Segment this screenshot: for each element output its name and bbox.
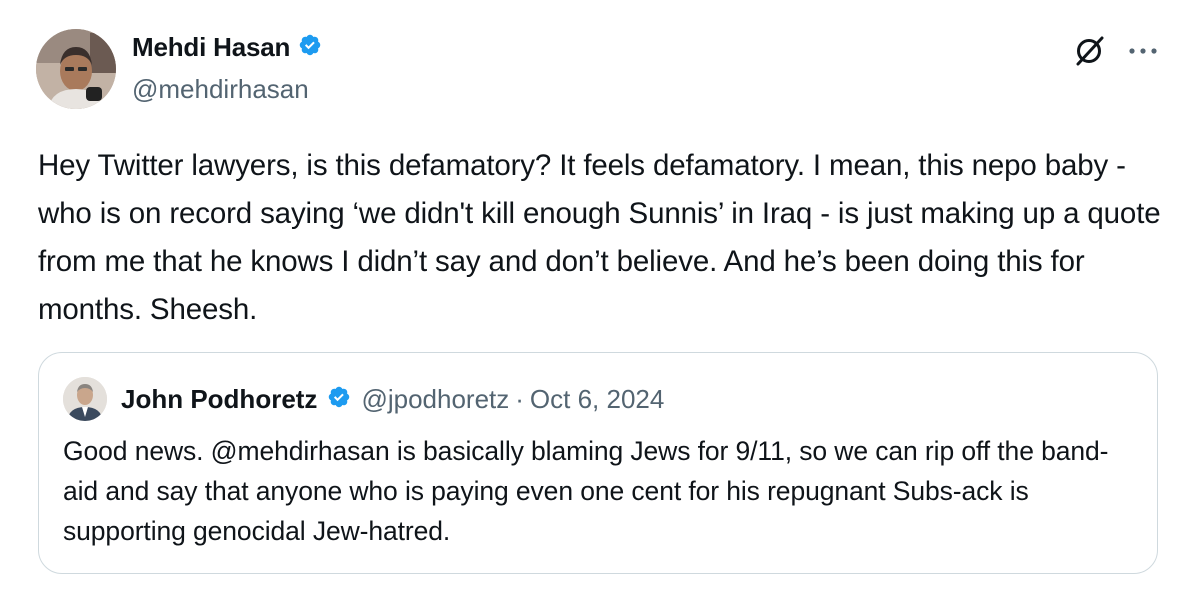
verified-badge-icon — [327, 385, 351, 414]
author-avatar[interactable] — [36, 29, 116, 109]
avatar-photo — [36, 29, 116, 109]
more-icon[interactable] — [1128, 46, 1158, 56]
tweet: Mehdi Hasan @mehdirhasan Hey Twitter law — [0, 0, 1200, 594]
quote-author-avatar — [63, 377, 107, 421]
avatar-photo — [63, 377, 107, 421]
quote-separator: · — [515, 383, 524, 414]
quote-header: John Podhoretz @jpodhoretz · Oct 6, 2024 — [63, 377, 664, 421]
tweet-actions — [1072, 34, 1158, 68]
tweet-text: Hey Twitter lawyers, is this defamatory?… — [38, 149, 1161, 326]
author-name[interactable]: Mehdi Hasan — [132, 32, 290, 63]
quote-date[interactable]: Oct 6, 2024 — [530, 384, 664, 415]
quote-tweet[interactable]: John Podhoretz @jpodhoretz · Oct 6, 2024… — [38, 352, 1158, 574]
quote-text: Good news. @mehdirhasan is basically bla… — [63, 436, 1109, 546]
author-name-row: Mehdi Hasan — [132, 32, 322, 63]
grok-icon[interactable] — [1072, 34, 1106, 68]
quote-author-handle: @jpodhoretz — [361, 383, 510, 414]
author-handle[interactable]: @mehdirhasan — [132, 74, 309, 105]
verified-badge-icon — [298, 33, 322, 62]
quote-author-name: John Podhoretz — [121, 383, 318, 414]
